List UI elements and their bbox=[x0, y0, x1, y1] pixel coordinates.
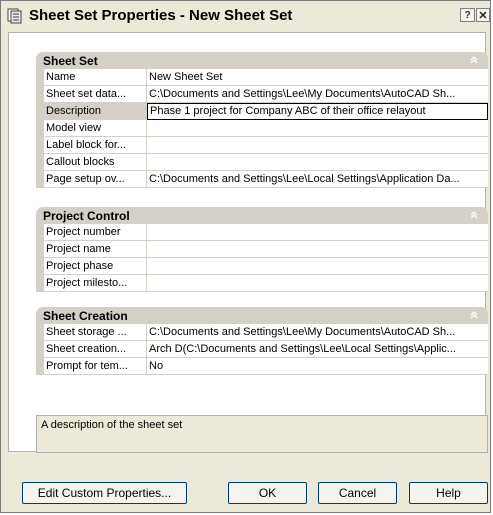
category-project-control: Project Control Project number Project n… bbox=[36, 207, 488, 292]
category-title: Sheet Creation bbox=[43, 309, 128, 323]
description-pane: A description of the sheet set bbox=[36, 415, 488, 453]
category-title: Project Control bbox=[43, 209, 130, 223]
property-value[interactable]: Arch D(C:\Documents and Settings\Lee\Loc… bbox=[147, 341, 488, 358]
sheet-set-properties-dialog: Sheet Set Properties - New Sheet Set ? S… bbox=[0, 0, 491, 513]
property-row-project-milestone[interactable]: Project milesto... bbox=[36, 275, 488, 292]
property-label: Prompt for tem... bbox=[36, 358, 147, 375]
property-label: Sheet creation... bbox=[36, 341, 147, 358]
property-label: Model view bbox=[36, 120, 147, 137]
property-row-label-block[interactable]: Label block for... bbox=[36, 137, 488, 154]
property-row-model-view[interactable]: Model view bbox=[36, 120, 488, 137]
property-label: Name bbox=[36, 69, 147, 86]
property-label: Project milesto... bbox=[36, 275, 147, 292]
property-value[interactable]: No bbox=[147, 358, 488, 375]
property-value[interactable] bbox=[147, 275, 488, 292]
property-label: Project name bbox=[36, 241, 147, 258]
collapse-chevron-icon[interactable] bbox=[468, 310, 480, 322]
category-sheet-set: Sheet Set Name New Sheet Set Sheet set da… bbox=[36, 52, 488, 188]
property-label: Sheet set data... bbox=[36, 86, 147, 103]
property-value[interactable] bbox=[147, 258, 488, 275]
description-input[interactable]: Phase 1 project for Company ABC of their… bbox=[147, 103, 488, 120]
help-icon[interactable]: ? bbox=[460, 8, 475, 22]
window-title: Sheet Set Properties - New Sheet Set bbox=[29, 7, 293, 24]
property-value[interactable]: C:\Documents and Settings\Lee\My Documen… bbox=[147, 324, 488, 341]
close-icon[interactable] bbox=[476, 8, 490, 22]
property-row-project-phase[interactable]: Project phase bbox=[36, 258, 488, 275]
property-row-sheet-creation[interactable]: Sheet creation... Arch D(C:\Documents and… bbox=[36, 341, 488, 358]
title-bar: Sheet Set Properties - New Sheet Set ? bbox=[1, 1, 490, 31]
property-label: Project phase bbox=[36, 258, 147, 275]
property-row-sheet-storage[interactable]: Sheet storage ... C:\Documents and Settin… bbox=[36, 324, 488, 341]
property-label: Label block for... bbox=[36, 137, 147, 154]
property-value[interactable]: New Sheet Set bbox=[147, 69, 488, 86]
property-value[interactable] bbox=[147, 224, 488, 241]
category-header[interactable]: Sheet Set bbox=[36, 52, 488, 69]
cancel-button[interactable]: Cancel bbox=[318, 482, 397, 504]
property-value[interactable]: C:\Documents and Settings\Lee\My Documen… bbox=[147, 86, 488, 103]
property-label: Description bbox=[36, 103, 147, 120]
property-label: Page setup ov... bbox=[36, 171, 147, 188]
collapse-chevron-icon[interactable] bbox=[468, 55, 480, 67]
property-value[interactable] bbox=[147, 137, 488, 154]
property-row-name[interactable]: Name New Sheet Set bbox=[36, 69, 488, 86]
property-row-page-setup[interactable]: Page setup ov... C:\Documents and Setting… bbox=[36, 171, 488, 188]
property-label: Sheet storage ... bbox=[36, 324, 147, 341]
property-label: Callout blocks bbox=[36, 154, 147, 171]
category-header[interactable]: Sheet Creation bbox=[36, 307, 488, 324]
ok-button[interactable]: OK bbox=[228, 482, 307, 504]
property-row-callout-blocks[interactable]: Callout blocks bbox=[36, 154, 488, 171]
property-row-prompt-for-template[interactable]: Prompt for tem... No bbox=[36, 358, 488, 375]
property-value[interactable] bbox=[147, 241, 488, 258]
property-label: Project number bbox=[36, 224, 147, 241]
category-title: Sheet Set bbox=[43, 54, 98, 68]
sheet-set-app-icon bbox=[7, 8, 23, 24]
property-value[interactable]: C:\Documents and Settings\Lee\Local Sett… bbox=[147, 171, 488, 188]
category-header[interactable]: Project Control bbox=[36, 207, 488, 224]
property-row-project-number[interactable]: Project number bbox=[36, 224, 488, 241]
property-value[interactable] bbox=[147, 154, 488, 171]
category-sheet-creation: Sheet Creation Sheet storage ... C:\Docum… bbox=[36, 307, 488, 375]
property-row-sheet-set-data[interactable]: Sheet set data... C:\Documents and Settin… bbox=[36, 86, 488, 103]
collapse-chevron-icon[interactable] bbox=[468, 210, 480, 222]
edit-custom-properties-button[interactable]: Edit Custom Properties... bbox=[22, 482, 187, 504]
description-text: A description of the sheet set bbox=[41, 419, 183, 431]
property-row-project-name[interactable]: Project name bbox=[36, 241, 488, 258]
help-button[interactable]: Help bbox=[409, 482, 488, 504]
property-row-description[interactable]: Description Phase 1 project for Company A… bbox=[36, 103, 488, 120]
property-value[interactable] bbox=[147, 120, 488, 137]
